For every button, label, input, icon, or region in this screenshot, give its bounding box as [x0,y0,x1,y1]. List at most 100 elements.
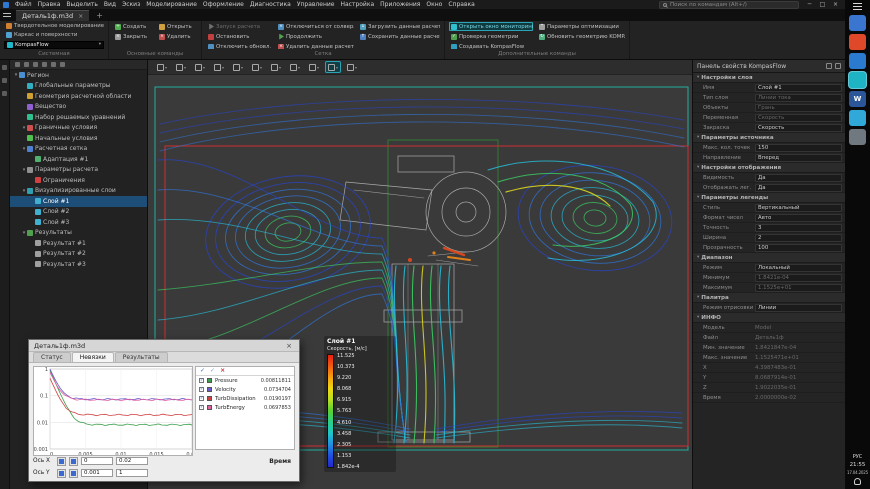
axis-x-fit-button[interactable] [57,457,66,466]
axis-y-min-input[interactable] [81,469,113,477]
menu-item[interactable]: Вид [101,0,119,10]
series-row[interactable]: ✓Velocity0.0734704 [196,385,294,394]
property-value[interactable]: Вертикальный [755,204,842,212]
check-all-icon[interactable]: ✓ [200,367,205,375]
menu-item[interactable]: Настройка [337,0,377,10]
viewport-tool-cursor[interactable]: ▾ [154,61,170,73]
ribbon-button[interactable]: ↓Загрузить данные расчета [358,22,440,31]
series-checkbox[interactable]: ✓ [199,405,204,410]
property-value[interactable]: 3 [755,224,842,232]
property-value[interactable]: 150 [755,144,842,152]
viewport-tool-pan[interactable]: ▾ [249,61,265,73]
tree-item[interactable]: Результат #1 [10,238,147,249]
tree-item[interactable]: Результат #3 [10,259,147,270]
viewport-tool-zoom[interactable]: ▾ [230,61,246,73]
ribbon-button[interactable]: Отключить обновл. слоев [206,42,272,49]
tree-item[interactable]: ▾Результаты [10,228,147,239]
menu-item[interactable]: Управление [294,0,338,10]
tree-toolbar-icon[interactable] [33,62,38,67]
tree-item[interactable]: ▾Расчетная сетка [10,144,147,155]
property-value[interactable]: Да [755,174,842,182]
ribbon-button[interactable]: ×Удалить [157,32,197,41]
property-value[interactable]: Да [755,184,842,192]
axis-y-fit-button[interactable] [57,469,66,478]
maximize-button[interactable]: □ [816,0,829,10]
panel-menu-icon[interactable] [826,63,832,69]
tree-item[interactable]: Набор решаемых уравнений [10,112,147,123]
property-value[interactable]: Авто [755,214,842,222]
tree-item[interactable]: Ограничения [10,175,147,186]
dialog-close-icon[interactable]: × [284,342,294,350]
color-legend[interactable]: Слой #1 Скорость, [м/с] 11.52510.3739.22… [324,336,396,472]
ribbon-button[interactable]: Остановить [206,32,272,41]
command-search-input[interactable]: Поиск по командам (Alt+/) [659,1,799,9]
viewport-tool-visual-settings[interactable]: ▾ [344,61,360,73]
property-value[interactable]: 1.1525e+01 [755,284,842,292]
series-row[interactable]: ✓TurbDissipation0.0190197 [196,394,294,403]
taskbar-icon-kompas-app[interactable] [849,72,866,88]
viewport-tool-orientation[interactable]: ▾ [173,61,189,73]
new-tab-button[interactable]: + [92,10,107,21]
ribbon-button[interactable]: Открыть окно мониторинга [449,22,533,31]
instrument-set-item[interactable]: Твердотельное моделирование [4,22,104,30]
instrument-set-item[interactable]: Каркас и поверхности [4,31,104,39]
property-value[interactable]: 1.8421e-04 [755,274,842,282]
dock-panel-icon[interactable] [2,78,7,83]
panel-dock-icon[interactable] [835,63,841,69]
dialog-tab-Статус[interactable]: Статус [33,352,71,362]
check-selected-icon[interactable]: ✓ [210,367,215,375]
tree-item[interactable]: ▾Регион [10,70,147,81]
taskbar-icon-messenger-app[interactable] [849,110,866,126]
ribbon-button[interactable]: ×Закрыть [113,32,153,41]
property-section-header[interactable]: ▾Настройки отображения [693,163,845,173]
ribbon-button[interactable]: +Создать [113,22,153,31]
tree-item[interactable]: Геометрия расчетной области [10,91,147,102]
axis-x-max-input[interactable] [116,457,148,465]
tree-item[interactable]: Слой #3 [10,217,147,228]
tab-close-icon[interactable]: × [78,13,83,20]
viewport-tool-display-mode[interactable]: ▾ [192,61,208,73]
ribbon-button[interactable]: ×Удалить данные расчета [276,42,354,49]
viewport-tool-filter[interactable]: ▾ [325,61,341,73]
ribbon-button[interactable]: ↻Обновить геометрию KOMPAS [537,32,625,41]
ribbon-button[interactable]: ×Отключиться от солвера [276,22,354,31]
taskbar-icon-word-app[interactable]: W [849,91,866,107]
minimize-button[interactable]: ─ [803,0,816,10]
menu-item[interactable]: Приложения [377,0,423,10]
taskbar-icon-code-app[interactable] [849,53,866,69]
menu-item[interactable]: Окно [423,0,445,10]
ribbon-button[interactable]: *Параметры оптимизации [537,22,625,31]
viewport-tool-rotate[interactable]: ▾ [268,61,284,73]
property-value[interactable]: 2 [755,234,842,242]
property-section-header[interactable]: ▾Палитра [693,293,845,303]
taskbar-menu-icon[interactable] [853,3,862,10]
taskbar-icon-settings-app[interactable] [849,129,866,145]
ribbon-button[interactable]: Создавать KompasFlow [449,42,533,49]
tree-item[interactable]: Начальные условия [10,133,147,144]
property-section-header[interactable]: ▾Параметры источника [693,133,845,143]
series-checkbox[interactable]: ✓ [199,378,204,383]
property-value[interactable]: Скорость [755,124,842,132]
axis-y-log-button[interactable] [69,469,78,478]
menu-item[interactable]: Моделирование [143,0,200,10]
tree-item[interactable]: ▾Параметры расчета [10,165,147,176]
document-tab[interactable]: Деталь1ф.m3d × [16,10,89,21]
series-row[interactable]: ✓Pressure0.00811811 [196,376,294,385]
ribbon-button[interactable]: Запуск расчета [206,22,272,31]
property-value[interactable]: Скорость [755,114,842,122]
ribbon-button[interactable]: ↑Сохранить данные расчета [358,32,440,41]
tree-item[interactable]: Адаптация #1 [10,154,147,165]
main-menu-icon[interactable] [3,13,11,19]
clock-time[interactable]: 21:55 [850,462,866,468]
dialog-titlebar[interactable]: Деталь1ф.m3d × [29,340,299,352]
menu-item[interactable]: Эскиз [119,0,143,10]
viewport-tool-clip-plane[interactable]: ▾ [287,61,303,73]
viewport-tool-shading[interactable]: ▾ [211,61,227,73]
notification-bell-icon[interactable] [854,478,861,485]
tree-toolbar-icon[interactable] [15,62,20,67]
dock-panel-icon[interactable] [2,65,7,70]
menu-item[interactable]: Справка [445,0,477,10]
tree-toolbar-icon[interactable] [24,62,29,67]
tree-item[interactable]: Слой #1 [10,196,147,207]
dialog-tab-Невязки[interactable]: Невязки [72,352,114,362]
